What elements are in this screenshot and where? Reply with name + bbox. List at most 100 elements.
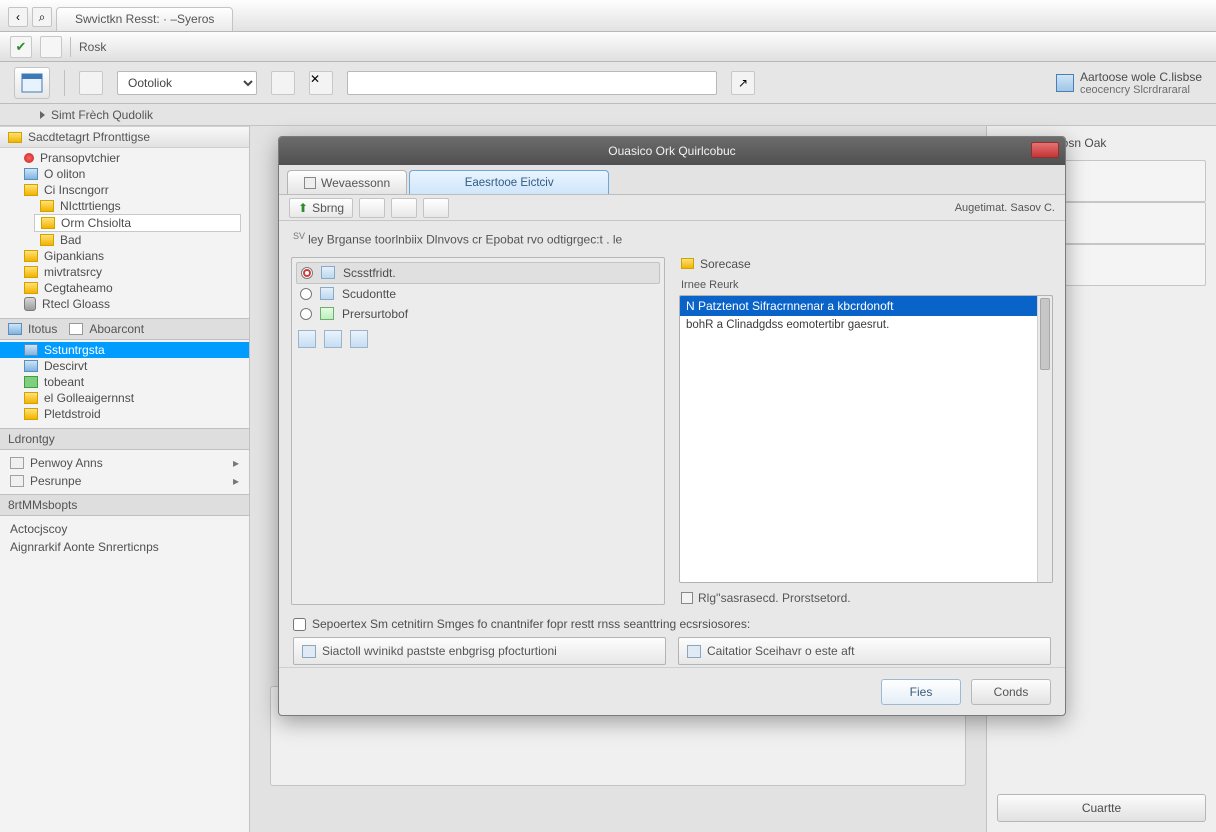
sidebar-item[interactable]: el Golleaigernnst [0, 390, 249, 406]
dialog-checkbox[interactable]: Sepoertex Sm cetnitirn Smges fo cnantnif… [293, 617, 1051, 631]
sidebar-item[interactable]: Aignrarkif Aonte Snrerticnps [0, 538, 249, 556]
field-icon [302, 645, 316, 658]
grid-icon [1056, 74, 1074, 92]
info-icon [681, 592, 693, 604]
sidebar-item[interactable]: Pletdstroid [0, 406, 249, 422]
sidebar-item[interactable]: Gipankians [0, 248, 249, 264]
tree-icon [41, 217, 55, 229]
right-panel-action-button[interactable]: Cuartte [997, 794, 1206, 822]
dialog-description-text: ley Brganse toorlnbiix Dlnvovs cr Epobat… [308, 233, 622, 247]
mini-icon[interactable] [298, 330, 316, 348]
dialog-right-listbox[interactable]: N Patztenot Sifracrnnenar a kbcrdonoft x… [679, 295, 1053, 583]
sidebar-item[interactable]: Actocjscoy [0, 520, 249, 538]
back-button[interactable]: ‹ [8, 7, 28, 27]
dialog-tool-share[interactable]: ⬆Sbrng [289, 198, 353, 218]
ribbon-btn-2[interactable] [271, 71, 295, 95]
sidebar-item-label: Pransopvtchier [40, 151, 120, 165]
sidebar-item[interactable]: tobeant [0, 374, 249, 390]
checkbox-input[interactable] [293, 618, 306, 631]
dialog-cancel-button[interactable]: Conds [971, 679, 1051, 705]
sidebar-item[interactable]: mivtratsrcy [0, 264, 249, 280]
checkbox-label: Sepoertex Sm cetnitirn Smges fo cnantnif… [312, 617, 750, 631]
dialog-description: SV ley Brganse toorlnbiix Dlnvovs cr Epo… [291, 229, 1053, 251]
list-item[interactable]: N Patztenot Sifracrnnenar a kbcrdonoft x [680, 296, 1052, 316]
dialog-tab-1-label: Wevaessonn [321, 176, 390, 190]
mini-icon[interactable] [350, 330, 368, 348]
sidebar-item[interactable]: Descirvt [0, 358, 249, 374]
sidebar-section-4-header[interactable]: 8rtMMsbopts [0, 494, 249, 516]
sidebar-item[interactable]: Sstuntrgsta [0, 342, 249, 358]
sidebar-item-label: Orm Chsiolta [61, 216, 131, 230]
dialog-ok-button[interactable]: Fies [881, 679, 961, 705]
dialog-field-1[interactable]: Siactoll wvinikd pastste enbgrisg pfoctu… [293, 637, 666, 665]
dialog-option[interactable]: Scudontte [296, 284, 660, 304]
dialog-option[interactable]: Prersurtobof [296, 304, 660, 324]
status-icon: ✔ [10, 36, 32, 58]
separator [64, 70, 65, 96]
right-section-text: Sorecase [700, 257, 751, 271]
sidebar-item[interactable]: Ci Inscngorr [0, 182, 249, 198]
option-label: Scsstfridt. [343, 266, 396, 280]
tree-icon [24, 344, 38, 356]
dialog-title-text: Ouasico Ork Quirlcobuc [608, 144, 735, 158]
sidebar-item[interactable]: O oliton [0, 166, 249, 182]
dialog-field-2[interactable]: Caitatior Sceihavr o este aft [678, 637, 1051, 665]
sidebar: Sacdtetagrt Pfronttigse Pransopvtchier O … [0, 126, 250, 832]
dialog-tool-2[interactable] [359, 198, 385, 218]
sidebar-group-1-header[interactable]: Sacdtetagrt Pfronttigse [0, 126, 249, 148]
sidebar-item[interactable]: NIcttrtiengs [0, 198, 249, 214]
search-small-button[interactable]: ⌕ [32, 7, 52, 27]
dialog-button-row: Fies Conds [279, 667, 1065, 715]
field-icon [687, 645, 701, 658]
tree-icon [40, 234, 54, 246]
app-icon[interactable] [14, 67, 50, 99]
dialog-tool-4[interactable] [423, 198, 449, 218]
dialog-tab-2[interactable]: Eaesrtooe Eictciv [409, 170, 609, 194]
sidebar-item-label: Descirvt [44, 359, 87, 373]
sidebar-item-label: Sstuntrgsta [44, 343, 105, 357]
right-footer: Rlg''sasrasecd. Prorstsetord. [681, 591, 1053, 605]
sidebar-item[interactable]: Bad [0, 232, 249, 248]
ribbon-btn-3[interactable]: ✕ [309, 71, 333, 95]
category-icon [8, 323, 22, 335]
tree-icon [24, 360, 38, 372]
sidebar-group-2-header[interactable]: Itotus Aboarcont [0, 318, 249, 340]
sidebar-item[interactable]: Orm Chsiolta [34, 214, 241, 232]
dialog-lower-options: Sepoertex Sm cetnitirn Smges fo cnantnif… [291, 611, 1053, 667]
context-combo[interactable]: Ootoliok [117, 71, 257, 95]
sidebar-item-label: Ci Inscngorr [44, 183, 109, 197]
browser-tab-1[interactable]: Swvictkn Resst: · –Syeros [56, 7, 233, 31]
dialog-close-button[interactable] [1031, 142, 1059, 158]
sidebar-item[interactable]: Rtecl Gloass [0, 296, 249, 312]
ribbon-btn-1[interactable] [79, 71, 103, 95]
sidebar-item[interactable]: Pransopvtchier [0, 150, 249, 166]
sidebar-item[interactable]: Cegtaheamo [0, 280, 249, 296]
option-icon [320, 307, 334, 320]
sidebar-block-4: ActocjscoyAignrarkif Aonte Snrerticnps [0, 516, 249, 560]
dialog-tool-3[interactable] [391, 198, 417, 218]
sidebar-group-3-header[interactable]: Ldrontgy [0, 428, 249, 450]
option-label: Scudontte [342, 287, 396, 301]
breadcrumb-text: Simt Frèch Qudolik [51, 108, 153, 122]
dialog-option[interactable]: Scsstfridt. [296, 262, 660, 284]
sidebar-item-label: Penwoy Anns [30, 456, 103, 470]
mini-icon[interactable] [324, 330, 342, 348]
sidebar-item[interactable]: Pesrunpe▸ [0, 472, 249, 490]
folder-icon [8, 132, 22, 143]
options-dialog: Ouasico Ork Quirlcobuc Wevaessonn Eaesrt… [278, 136, 1066, 716]
list-item[interactable]: bohR a Clinadgdss eomotertibr gaesrut. [680, 316, 1052, 334]
dialog-tab-1[interactable]: Wevaessonn [287, 170, 407, 194]
tree-icon [40, 200, 54, 212]
dialog-body: SV ley Brganse toorlnbiix Dlnvovs cr Epo… [279, 221, 1065, 667]
breadcrumb: Simt Frèch Qudolik [0, 104, 1216, 126]
ribbon-search-input[interactable] [347, 71, 717, 95]
dialog-titlebar: Ouasico Ork Quirlcobuc [279, 137, 1065, 165]
search-go-button[interactable]: ↗ [731, 71, 755, 95]
option-icon-row [296, 324, 660, 354]
sidebar-item-label: Bad [60, 233, 81, 247]
scrollbar[interactable] [1037, 296, 1052, 582]
tool-icon-1[interactable] [40, 36, 62, 58]
sidebar-item-label: O oliton [44, 167, 85, 181]
sidebar-block-3: Penwoy Anns▸Pesrunpe▸ [0, 450, 249, 494]
sidebar-item[interactable]: Penwoy Anns▸ [0, 454, 249, 472]
